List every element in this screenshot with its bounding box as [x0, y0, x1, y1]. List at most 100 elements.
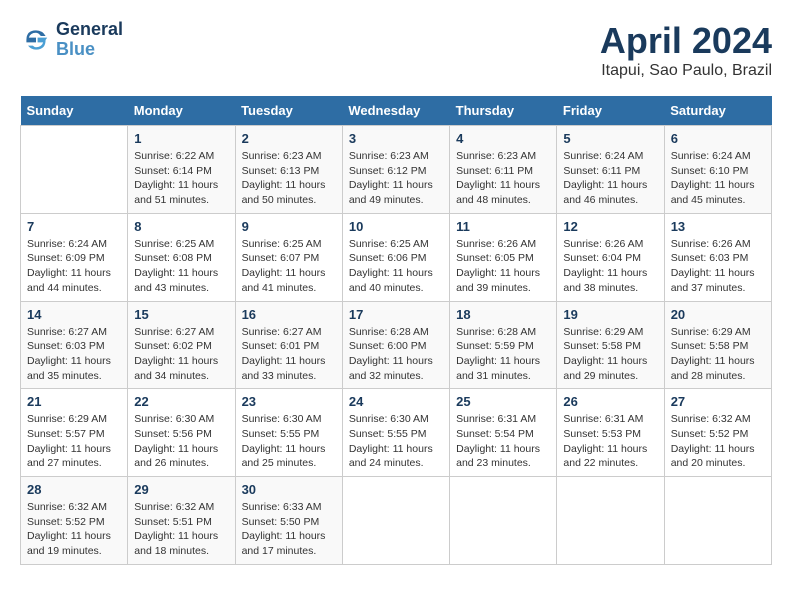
- day-number: 8: [134, 219, 228, 234]
- calendar-cell: 15 Sunrise: 6:27 AMSunset: 6:02 PMDayligh…: [128, 301, 235, 389]
- day-info: Sunrise: 6:28 AMSunset: 6:00 PMDaylight:…: [349, 325, 443, 384]
- day-number: 17: [349, 307, 443, 322]
- calendar-cell: 12 Sunrise: 6:26 AMSunset: 6:04 PMDayligh…: [557, 213, 664, 301]
- calendar-cell: 5Sunrise: 6:24 AMSunset: 6:11 PMDaylight…: [557, 126, 664, 214]
- week-row-4: 21 Sunrise: 6:29 AMSunset: 5:57 PMDayligh…: [21, 389, 772, 477]
- day-number: 15: [134, 307, 228, 322]
- day-info: Sunrise: 6:24 AMSunset: 6:10 PMDaylight:…: [671, 149, 765, 208]
- day-number: 2: [242, 131, 336, 146]
- calendar-cell: 3 Sunrise: 6:23 AMSunset: 6:12 PMDaylight…: [342, 126, 449, 214]
- day-number: 24: [349, 394, 443, 409]
- day-number: 10: [349, 219, 443, 234]
- day-info: Sunrise: 6:30 AMSunset: 5:56 PMDaylight:…: [134, 412, 228, 471]
- day-number: 28: [27, 482, 121, 497]
- calendar-cell: 20Sunrise: 6:29 AMSunset: 5:58 PMDayligh…: [664, 301, 771, 389]
- day-info: Sunrise: 6:23 AMSunset: 6:13 PMDaylight:…: [242, 149, 336, 208]
- day-info: Sunrise: 6:23 AMSunset: 6:12 PMDaylight:…: [349, 149, 443, 208]
- day-info: Sunrise: 6:29 AMSunset: 5:58 PMDaylight:…: [671, 325, 765, 384]
- calendar-cell: 16 Sunrise: 6:27 AMSunset: 6:01 PMDayligh…: [235, 301, 342, 389]
- calendar-table: SundayMondayTuesdayWednesdayThursdayFrid…: [20, 96, 772, 565]
- day-number: 9: [242, 219, 336, 234]
- day-info: Sunrise: 6:23 AMSunset: 6:11 PMDaylight:…: [456, 149, 550, 208]
- calendar-cell: 18 Sunrise: 6:28 AMSunset: 5:59 PMDayligh…: [450, 301, 557, 389]
- calendar-cell: 25 Sunrise: 6:31 AMSunset: 5:54 PMDayligh…: [450, 389, 557, 477]
- calendar-cell: 1 Sunrise: 6:22 AMSunset: 6:14 PMDaylight…: [128, 126, 235, 214]
- day-info: Sunrise: 6:24 AMSunset: 6:09 PMDaylight:…: [27, 237, 121, 296]
- day-number: 11: [456, 219, 550, 234]
- day-info: Sunrise: 6:26 AMSunset: 6:03 PMDaylight:…: [671, 237, 765, 296]
- day-number: 26: [563, 394, 657, 409]
- day-number: 19: [563, 307, 657, 322]
- header-day-monday: Monday: [128, 96, 235, 126]
- day-info: Sunrise: 6:25 AMSunset: 6:07 PMDaylight:…: [242, 237, 336, 296]
- day-number: 5: [563, 131, 657, 146]
- day-number: 1: [134, 131, 228, 146]
- day-info: Sunrise: 6:29 AMSunset: 5:57 PMDaylight:…: [27, 412, 121, 471]
- calendar-cell: 14Sunrise: 6:27 AMSunset: 6:03 PMDayligh…: [21, 301, 128, 389]
- day-info: Sunrise: 6:22 AMSunset: 6:14 PMDaylight:…: [134, 149, 228, 208]
- header-day-tuesday: Tuesday: [235, 96, 342, 126]
- logo: General Blue: [20, 20, 123, 60]
- title-area: April 2024 Itapui, Sao Paulo, Brazil: [600, 20, 772, 80]
- calendar-cell: [450, 477, 557, 565]
- calendar-cell: 8Sunrise: 6:25 AMSunset: 6:08 PMDaylight…: [128, 213, 235, 301]
- calendar-cell: 17 Sunrise: 6:28 AMSunset: 6:00 PMDayligh…: [342, 301, 449, 389]
- header: General Blue April 2024 Itapui, Sao Paul…: [20, 20, 772, 80]
- day-number: 25: [456, 394, 550, 409]
- calendar-cell: 22 Sunrise: 6:30 AMSunset: 5:56 PMDayligh…: [128, 389, 235, 477]
- day-info: Sunrise: 6:28 AMSunset: 5:59 PMDaylight:…: [456, 325, 550, 384]
- header-day-thursday: Thursday: [450, 96, 557, 126]
- day-number: 6: [671, 131, 765, 146]
- day-number: 27: [671, 394, 765, 409]
- calendar-cell: 6 Sunrise: 6:24 AMSunset: 6:10 PMDaylight…: [664, 126, 771, 214]
- calendar-cell: 9 Sunrise: 6:25 AMSunset: 6:07 PMDaylight…: [235, 213, 342, 301]
- day-info: Sunrise: 6:32 AMSunset: 5:52 PMDaylight:…: [27, 500, 121, 559]
- calendar-cell: 26 Sunrise: 6:31 AMSunset: 5:53 PMDayligh…: [557, 389, 664, 477]
- day-number: 12: [563, 219, 657, 234]
- day-info: Sunrise: 6:27 AMSunset: 6:02 PMDaylight:…: [134, 325, 228, 384]
- calendar-cell: 13 Sunrise: 6:26 AMSunset: 6:03 PMDayligh…: [664, 213, 771, 301]
- day-info: Sunrise: 6:31 AMSunset: 5:53 PMDaylight:…: [563, 412, 657, 471]
- day-info: Sunrise: 6:30 AMSunset: 5:55 PMDaylight:…: [242, 412, 336, 471]
- day-info: Sunrise: 6:33 AMSunset: 5:50 PMDaylight:…: [242, 500, 336, 559]
- day-info: Sunrise: 6:31 AMSunset: 5:54 PMDaylight:…: [456, 412, 550, 471]
- calendar-cell: 29 Sunrise: 6:32 AMSunset: 5:51 PMDayligh…: [128, 477, 235, 565]
- calendar-cell: [21, 126, 128, 214]
- day-number: 18: [456, 307, 550, 322]
- day-number: 30: [242, 482, 336, 497]
- calendar-cell: 27 Sunrise: 6:32 AMSunset: 5:52 PMDayligh…: [664, 389, 771, 477]
- calendar-cell: [664, 477, 771, 565]
- calendar-cell: 2 Sunrise: 6:23 AMSunset: 6:13 PMDaylight…: [235, 126, 342, 214]
- calendar-cell: 7 Sunrise: 6:24 AMSunset: 6:09 PMDaylight…: [21, 213, 128, 301]
- day-number: 3: [349, 131, 443, 146]
- logo-icon: [20, 24, 52, 56]
- day-number: 21: [27, 394, 121, 409]
- week-row-5: 28 Sunrise: 6:32 AMSunset: 5:52 PMDayligh…: [21, 477, 772, 565]
- header-day-wednesday: Wednesday: [342, 96, 449, 126]
- calendar-cell: 21 Sunrise: 6:29 AMSunset: 5:57 PMDayligh…: [21, 389, 128, 477]
- logo-line2: Blue: [56, 40, 123, 60]
- day-number: 16: [242, 307, 336, 322]
- calendar-cell: 28 Sunrise: 6:32 AMSunset: 5:52 PMDayligh…: [21, 477, 128, 565]
- calendar-cell: 10 Sunrise: 6:25 AMSunset: 6:06 PMDayligh…: [342, 213, 449, 301]
- main-title: April 2024: [600, 20, 772, 62]
- calendar-cell: [557, 477, 664, 565]
- day-number: 29: [134, 482, 228, 497]
- day-info: Sunrise: 6:30 AMSunset: 5:55 PMDaylight:…: [349, 412, 443, 471]
- day-info: Sunrise: 6:25 AMSunset: 6:06 PMDaylight:…: [349, 237, 443, 296]
- header-day-saturday: Saturday: [664, 96, 771, 126]
- header-day-sunday: Sunday: [21, 96, 128, 126]
- day-info: Sunrise: 6:32 AMSunset: 5:52 PMDaylight:…: [671, 412, 765, 471]
- header-day-friday: Friday: [557, 96, 664, 126]
- day-number: 13: [671, 219, 765, 234]
- calendar-cell: 19Sunrise: 6:29 AMSunset: 5:58 PMDayligh…: [557, 301, 664, 389]
- day-info: Sunrise: 6:27 AMSunset: 6:01 PMDaylight:…: [242, 325, 336, 384]
- day-number: 22: [134, 394, 228, 409]
- calendar-cell: 24 Sunrise: 6:30 AMSunset: 5:55 PMDayligh…: [342, 389, 449, 477]
- day-number: 7: [27, 219, 121, 234]
- day-info: Sunrise: 6:26 AMSunset: 6:04 PMDaylight:…: [563, 237, 657, 296]
- calendar-cell: 23Sunrise: 6:30 AMSunset: 5:55 PMDayligh…: [235, 389, 342, 477]
- day-info: Sunrise: 6:32 AMSunset: 5:51 PMDaylight:…: [134, 500, 228, 559]
- calendar-cell: 4Sunrise: 6:23 AMSunset: 6:11 PMDaylight…: [450, 126, 557, 214]
- logo-text: General Blue: [56, 20, 123, 60]
